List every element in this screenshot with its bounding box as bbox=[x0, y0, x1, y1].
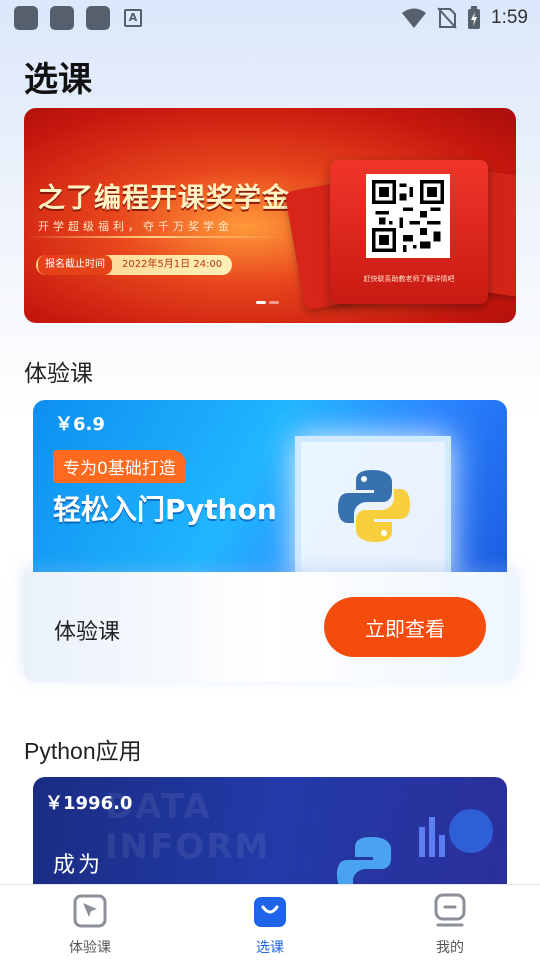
battery-charging-icon bbox=[468, 6, 481, 29]
shopping-bag-icon bbox=[254, 897, 286, 927]
clock: 1:59 bbox=[491, 7, 528, 28]
nav-tab-profile[interactable]: 我的 bbox=[400, 893, 500, 957]
carousel-indicator bbox=[256, 301, 279, 304]
section-title-python-app: Python应用 bbox=[24, 738, 142, 764]
monitor-illustration bbox=[295, 436, 451, 586]
course-price: ￥6.9 bbox=[55, 414, 105, 435]
bottom-navigation: 体验课 选课 我的 bbox=[0, 884, 540, 960]
notification-icon bbox=[50, 6, 74, 30]
page-title: 选课 bbox=[24, 60, 92, 100]
deadline-value: 2022年5月1日 24:00 bbox=[122, 259, 223, 270]
section-title-experience: 体验课 bbox=[24, 360, 93, 386]
banner-subtitle: 开学超级福利，夺千万奖学金 bbox=[38, 220, 233, 233]
red-envelope: 赶快联系助教老师了解详情吧 bbox=[330, 160, 488, 304]
course-flag: 专为0基础打造 bbox=[53, 450, 186, 483]
course-cover-image: ￥6.9 专为0基础打造 轻松入门Python bbox=[33, 400, 507, 586]
profile-icon bbox=[434, 893, 466, 927]
carousel-dot bbox=[269, 301, 279, 304]
qr-code-icon bbox=[366, 174, 450, 258]
python-logo-icon bbox=[338, 470, 410, 542]
notification-icon bbox=[86, 6, 110, 30]
course-price: ￥1996.0 bbox=[45, 793, 133, 814]
qr-caption: 赶快联系助教老师了解详情吧 bbox=[363, 275, 455, 283]
course-name: 体验课 bbox=[54, 620, 121, 645]
cursor-icon bbox=[73, 894, 107, 928]
nav-label: 我的 bbox=[436, 940, 464, 956]
course-headline: 轻松入门Python bbox=[53, 493, 277, 526]
view-now-button[interactable]: 立即查看 bbox=[324, 597, 486, 657]
deadline-pill: 报名截止时间 2022年5月1日 24:00 bbox=[36, 255, 233, 275]
course-headline: 成为 bbox=[53, 853, 104, 878]
font-notification-icon: A bbox=[124, 9, 142, 27]
course-card-python-app[interactable]: DATA INFORM ￥1996.0 成为 bbox=[33, 777, 507, 897]
nav-tab-course-selection[interactable]: 选课 bbox=[220, 893, 320, 957]
banner-title: 之了编程开课奖学金 bbox=[38, 183, 290, 214]
nav-label: 体验课 bbox=[69, 940, 111, 956]
no-sim-icon bbox=[437, 7, 457, 29]
chart-illustration-icon bbox=[419, 809, 493, 857]
decorative-stripe bbox=[24, 236, 284, 238]
notification-icon bbox=[14, 6, 38, 30]
nav-tab-experience[interactable]: 体验课 bbox=[40, 893, 140, 957]
course-card-experience[interactable]: ￥6.9 专为0基础打造 轻松入门Python 体验课 立即查看 bbox=[24, 400, 516, 682]
wifi-icon bbox=[402, 8, 427, 28]
promo-banner[interactable]: 之了编程开课奖学金 开学超级福利，夺千万奖学金 报名截止时间 2022年5月1日… bbox=[24, 108, 516, 323]
course-info-bar: 体验课 立即查看 bbox=[24, 572, 516, 682]
deadline-label: 报名截止时间 bbox=[38, 255, 112, 275]
status-bar: A 1:59 bbox=[0, 0, 540, 36]
carousel-dot bbox=[256, 301, 266, 304]
nav-label: 选课 bbox=[256, 940, 284, 956]
